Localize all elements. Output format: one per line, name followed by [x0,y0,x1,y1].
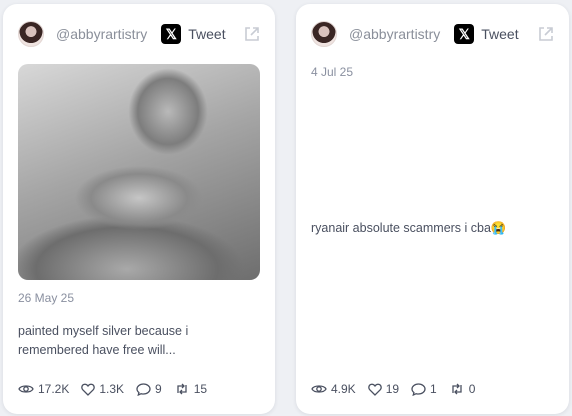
tweet-text-line: painted myself silver because i [18,324,189,338]
replies-stat[interactable]: 9 [136,382,162,396]
tweet-text-line: remembered have free will... [18,343,176,357]
views-stat: 4.9K [311,382,356,396]
likes-stat[interactable]: 19 [367,382,400,396]
external-link-icon[interactable] [243,25,261,43]
retweets-stat[interactable]: 15 [174,382,207,396]
likes-stat[interactable]: 1.3K [81,382,124,396]
views-count: 4.9K [331,382,356,396]
comment-icon [136,382,151,396]
retweet-icon [452,383,462,395]
retweets-count: 15 [193,382,208,396]
tweet-card[interactable]: @abbyrartistry 𝕏 Tweet 26 May 25 painted… [3,4,275,414]
eye-icon [311,385,327,393]
retweets-stat[interactable]: 0 [449,382,476,396]
tweet-stats: 4.9K 19 1 0 [311,382,487,396]
retweet-icon [177,383,187,395]
card-header: @abbyrartistry 𝕏 Tweet [18,20,261,48]
x-logo-icon: 𝕏 [161,24,182,44]
tweet-card[interactable]: @abbyrartistry 𝕏 Tweet 4 Jul 25 ryanair … [296,4,569,414]
retweets-count: 0 [468,382,476,396]
tweet-label: Tweet [481,26,519,42]
tweet-date: 26 May 25 [18,291,75,305]
replies-count: 9 [155,382,162,396]
comment-icon [411,382,426,396]
likes-count: 1.3K [99,382,125,396]
tweet-photo[interactable] [18,64,260,280]
eye-icon [18,385,34,393]
x-logo-icon: 𝕏 [454,24,475,44]
avatar[interactable] [311,21,337,47]
heart-icon [81,383,96,396]
handle[interactable]: @abbyrartistry [56,26,147,42]
tweet-text: ryanair absolute scammers i cba😭 [311,221,507,235]
views-count: 17.2K [38,382,70,396]
tweet-text: painted myself silver because i remember… [18,322,188,360]
tweet-stats: 17.2K 1.3K 9 15 [18,382,219,396]
tweet-date: 4 Jul 25 [311,65,354,79]
card-header: @abbyrartistry 𝕏 Tweet [311,20,555,48]
replies-count: 1 [430,382,437,396]
replies-stat[interactable]: 1 [411,382,437,396]
handle[interactable]: @abbyrartistry [349,26,440,42]
external-link-icon[interactable] [537,25,555,43]
avatar[interactable] [18,21,44,47]
heart-icon [367,383,382,396]
likes-count: 19 [385,382,400,396]
views-stat: 17.2K [18,382,69,396]
tweet-label: Tweet [188,26,226,42]
